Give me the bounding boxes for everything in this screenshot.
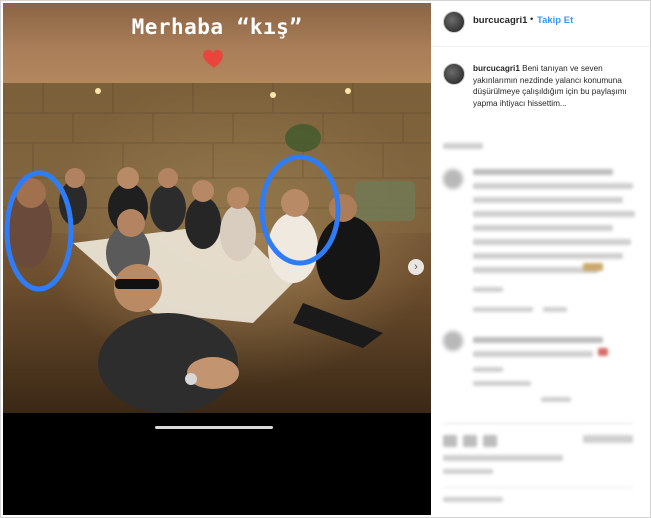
post-caption: burcucagri1 Beni tanıyan ve seven yakınl…	[473, 63, 643, 109]
blurred-comment-line	[473, 169, 613, 175]
blurred-meta	[583, 435, 633, 443]
story-caption-band: Merhaba “kış”	[3, 3, 431, 83]
blurred-meta	[543, 307, 567, 312]
blurred-meta	[473, 287, 503, 292]
blurred-comment-line	[473, 253, 623, 259]
blurred-comment-line	[473, 267, 598, 273]
heart-icon	[203, 49, 223, 68]
group-photo	[3, 83, 431, 413]
blurred-comment-line	[473, 183, 633, 189]
blurred-meta	[541, 397, 571, 402]
photo-scene	[3, 83, 431, 413]
blurred-meta	[443, 143, 483, 149]
blurred-meta	[473, 381, 531, 386]
blurred-comment-line	[473, 197, 623, 203]
blurred-icon	[483, 435, 497, 447]
divider	[443, 423, 633, 424]
blurred-emoji	[598, 348, 608, 356]
caption-username[interactable]: burcucagri1	[473, 64, 520, 73]
blurred-meta	[473, 367, 503, 372]
post-username[interactable]: burcucagri1	[473, 15, 527, 26]
blurred-comment-line	[473, 211, 635, 217]
story-overlay-text: Merhaba “kış”	[131, 15, 303, 39]
blurred-likes	[443, 455, 563, 461]
blurred-comment-line	[473, 337, 603, 343]
blurred-date	[443, 469, 493, 474]
separator-dot: •	[530, 14, 534, 25]
blurred-comment-input	[443, 497, 503, 502]
comments-panel: burcucagri1 • Takip Et burcucagri1 Beni …	[433, 3, 649, 515]
blurred-comment-line	[473, 225, 613, 231]
blurred-meta	[473, 307, 533, 312]
caption-avatar[interactable]	[443, 63, 465, 85]
blurred-avatar	[443, 331, 463, 351]
blurred-icon	[443, 435, 457, 447]
blurred-avatar	[443, 169, 463, 189]
divider	[443, 487, 633, 488]
blurred-comment-line	[473, 351, 593, 357]
blurred-emoji	[583, 263, 603, 271]
story-progress-bar	[155, 426, 273, 429]
post-media: Merhaba “kış” ›	[3, 3, 431, 515]
post-header: burcucagri1 • Takip Et	[433, 3, 649, 47]
follow-button[interactable]: Takip Et	[537, 15, 573, 26]
blurred-comment-line	[473, 239, 631, 245]
instagram-post-screenshot: Merhaba “kış” › burcucagri1 • Takip Et b…	[0, 0, 651, 518]
chevron-right-icon[interactable]: ›	[408, 259, 424, 275]
blurred-icon	[463, 435, 477, 447]
avatar[interactable]	[443, 11, 465, 33]
